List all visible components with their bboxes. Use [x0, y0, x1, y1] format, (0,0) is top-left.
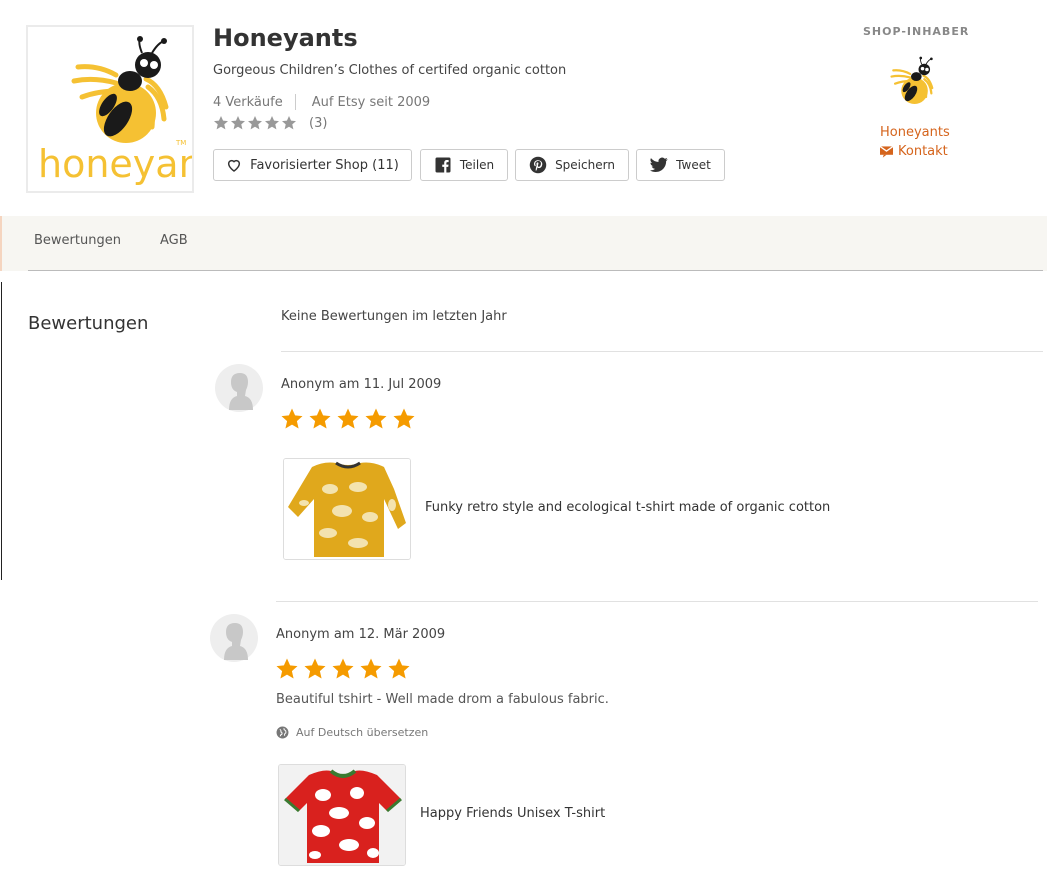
reviewer-avatar	[215, 364, 263, 412]
review-divider	[281, 351, 1043, 352]
star-icon	[309, 408, 331, 429]
pinterest-save-button[interactable]: Speichern	[515, 149, 629, 181]
save-label: Speichern	[555, 158, 615, 172]
favorite-shop-label: Favorisierter Shop (11)	[250, 157, 399, 173]
star-icon	[276, 658, 298, 679]
star-icon	[231, 116, 245, 130]
section-left-rule	[1, 282, 2, 580]
pinterest-icon	[529, 156, 547, 174]
star-icon	[248, 116, 262, 130]
review-item-image[interactable]	[283, 458, 411, 560]
review-item-title[interactable]: Happy Friends Unisex T-shirt	[420, 806, 605, 821]
tweet-label: Tweet	[676, 158, 711, 172]
shop-star-row	[213, 115, 298, 131]
facebook-icon	[435, 157, 451, 173]
favorite-shop-button[interactable]: Favorisierter Shop (11)	[213, 149, 412, 181]
share-button[interactable]: Teilen	[420, 149, 508, 181]
svg-text:TM: TM	[175, 139, 186, 147]
shop-logo: honeyants TM	[26, 25, 194, 193]
review-author-date: Anonym am 12. Mär 2009	[276, 627, 446, 642]
star-icon	[332, 658, 354, 679]
rating-count[interactable]: (3)	[309, 116, 327, 131]
sales-count[interactable]: 4 Verkäufe	[213, 95, 283, 110]
tweet-button[interactable]: Tweet	[636, 149, 725, 181]
star-icon	[388, 658, 410, 679]
globe-icon	[276, 726, 289, 739]
star-icon	[393, 408, 415, 429]
star-icon	[282, 116, 296, 130]
heart-icon	[228, 159, 241, 172]
shop-rating[interactable]: (3)	[213, 115, 327, 131]
review-text: Beautiful tshirt - Well made drom a fabu…	[276, 692, 609, 707]
review-divider	[276, 601, 1038, 602]
review-item-title[interactable]: Funky retro style and ecological t-shirt…	[425, 500, 830, 515]
shop-meta: 4 Verkäufe Auf Etsy seit 2009	[213, 94, 430, 110]
star-icon	[365, 408, 387, 429]
meta-divider	[294, 94, 296, 110]
reviewer-avatar	[210, 614, 258, 662]
review-item-image[interactable]	[278, 764, 406, 866]
twitter-icon	[650, 157, 668, 172]
reviews-summary: Keine Bewertungen im letzten Jahr	[281, 309, 507, 324]
star-icon	[265, 116, 279, 130]
star-icon	[304, 658, 326, 679]
star-icon	[337, 408, 359, 429]
translate-link[interactable]: Auf Deutsch übersetzen	[276, 726, 428, 739]
review-stars	[280, 407, 420, 431]
contact-link[interactable]: Kontakt	[880, 144, 948, 159]
shop-tab-bar: Bewertungen AGB	[0, 216, 1047, 271]
star-icon	[281, 408, 303, 429]
etsy-since: Auf Etsy seit 2009	[311, 94, 431, 110]
star-icon	[360, 658, 382, 679]
envelope-icon	[880, 145, 893, 158]
tab-terms[interactable]: AGB	[160, 233, 188, 248]
tab-reviews[interactable]: Bewertungen	[34, 233, 121, 248]
contact-label: Kontakt	[898, 144, 948, 159]
tab-bar-divider	[28, 270, 1043, 271]
svg-text:honeyants: honeyants	[38, 142, 192, 186]
translate-label: Auf Deutsch übersetzen	[296, 726, 429, 739]
shop-owner-heading: SHOP-INHABER	[863, 25, 970, 38]
review-author-date: Anonym am 11. Jul 2009	[281, 377, 442, 392]
star-icon	[214, 116, 228, 130]
owner-name-link[interactable]: Honeyants	[880, 125, 950, 140]
shop-tagline: Gorgeous Children’s Clothes of certifed …	[213, 63, 567, 78]
shop-name: Honeyants	[213, 24, 358, 52]
review-stars	[275, 657, 415, 681]
owner-avatar[interactable]	[880, 50, 942, 112]
reviews-section-title: Bewertungen	[28, 313, 149, 334]
share-label: Teilen	[459, 158, 495, 172]
